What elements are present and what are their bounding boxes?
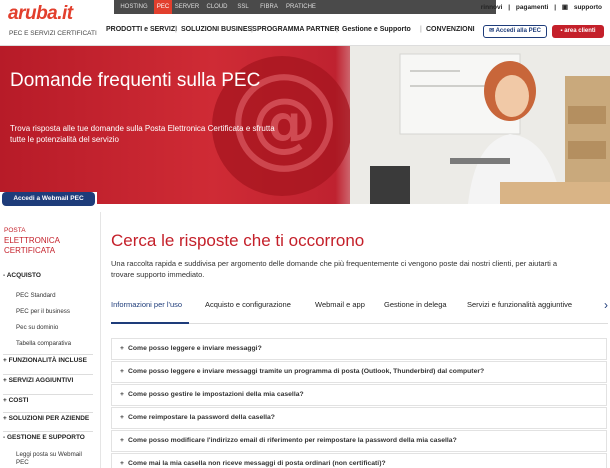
area-clienti-label: area clienti	[564, 28, 596, 34]
hero-banner: @ Domande frequenti sulla PEC Trova risp…	[0, 46, 610, 204]
sidebar-heading-line2: ELETTRONICA CERTIFICATA	[4, 236, 60, 255]
faq-item[interactable]: + Come posso modificare l'indirizzo email…	[111, 430, 607, 452]
nav-separator: |	[336, 26, 338, 33]
plus-icon: +	[120, 345, 124, 352]
sidebar-item-aziende[interactable]: + SOLUZIONI PER AZIENDE	[3, 412, 93, 422]
faq-item[interactable]: + Come posso leggere e inviare messaggi?	[111, 338, 607, 360]
faq-tabs: Informazioni per l'uso Acquisto e config…	[111, 292, 608, 324]
faq-item[interactable]: + Come posso gestire le impostazioni dell…	[111, 384, 607, 406]
sidebar-item-tabella[interactable]: Tabella comparativa	[16, 338, 94, 347]
toptab-pratiche[interactable]: PRATICHE	[284, 0, 318, 14]
sidebar-item-servizi[interactable]: + SERVIZI AGGIUNTIVI	[3, 374, 93, 384]
sidebar-item-pec-standard[interactable]: PEC Standard	[16, 290, 94, 299]
nav-separator: |	[420, 26, 422, 33]
accedi-pec-button[interactable]: ✉ Accedi alla PEC	[483, 25, 547, 38]
faq-question: Come posso modificare l'indirizzo email …	[128, 437, 457, 444]
plus-icon: +	[120, 391, 124, 398]
faq-question: Come reimpostare la password della casel…	[128, 414, 275, 421]
tab-acquisto[interactable]: Acquisto e configurazione	[205, 300, 291, 309]
nav-gestione[interactable]: Gestione e Supporto	[342, 26, 411, 33]
sidebar-item-funzionalita[interactable]: + FUNZIONALITÀ INCLUSE	[3, 354, 93, 364]
supporto-link[interactable]: supporto	[574, 4, 602, 11]
main-title: Cerca le risposte che ti occorrono	[111, 231, 365, 250]
toptab-fibra[interactable]: FIBRA	[254, 0, 284, 14]
tab-delega[interactable]: Gestione in delega	[384, 300, 447, 309]
support-icon: ▣	[561, 4, 569, 11]
nav-prodotti[interactable]: PRODOTTI e SERVIZI	[106, 26, 177, 33]
sidebar-item-costi[interactable]: + COSTI	[3, 394, 93, 404]
faq-question: Come mai la mia casella non riceve messa…	[128, 460, 386, 467]
main-content: Cerca le risposte che ti occorrono Una r…	[106, 204, 610, 468]
faq-item[interactable]: + Come posso leggere e inviare messaggi t…	[111, 361, 607, 383]
sidebar-heading-line1: POSTA	[4, 227, 26, 234]
faq-question: Come posso leggere e inviare messaggi?	[128, 345, 262, 352]
hero-photo-woman-laptop	[350, 46, 610, 204]
plus-icon: +	[120, 460, 124, 467]
sidebar-item-acquisto[interactable]: - ACQUISTO	[3, 270, 93, 279]
faq-item[interactable]: + Come reimpostare la password della case…	[111, 407, 607, 429]
area-clienti-button[interactable]: ▪ area clienti	[552, 25, 604, 38]
toptab-server[interactable]: SERVER	[172, 0, 202, 14]
pagamenti-link[interactable]: pagamenti	[516, 4, 549, 11]
site-header: aruba.it PEC E SERVIZI CERTIFICATI HOSTI…	[0, 0, 610, 46]
sidebar-item-gestione[interactable]: - GESTIONE E SUPPORTO	[3, 431, 93, 441]
hero-description: Trova risposta alle tue domande sulla Po…	[10, 124, 275, 144]
utility-links: rinnovi | pagamenti | ▣ supporto	[477, 3, 602, 13]
main-intro: Una raccolta rapida e suddivisa per argo…	[111, 259, 558, 279]
aruba-logo[interactable]: aruba.it PEC E SERVIZI CERTIFICATI	[8, 3, 104, 43]
utility-separator: |	[554, 4, 557, 11]
active-tab-indicator	[111, 322, 189, 324]
sidebar-divider	[100, 212, 101, 468]
sidebar-heading[interactable]: POSTA ELETTRONICA CERTIFICATA	[4, 226, 94, 256]
chevron-right-icon[interactable]: ›	[604, 298, 608, 312]
rinnovi-link[interactable]: rinnovi	[481, 4, 503, 11]
tab-servizi[interactable]: Servizi e funzionalità aggiuntive	[467, 300, 572, 309]
faq-question: Come posso gestire le impostazioni della…	[128, 391, 304, 398]
nav-partner[interactable]: PROGRAMMA PARTNER	[257, 26, 339, 33]
toptab-ssl[interactable]: SSL	[232, 0, 254, 14]
logo-wordmark: aruba.it	[8, 3, 73, 24]
plus-icon: +	[120, 368, 124, 375]
toptab-hosting[interactable]: HOSTING	[114, 0, 154, 14]
webmail-pec-button[interactable]: Accedi a Webmail PEC	[2, 192, 95, 206]
tab-informazioni[interactable]: Informazioni per l'uso	[111, 300, 182, 309]
faq-item[interactable]: + Come mai la mia casella non riceve mess…	[111, 453, 607, 468]
top-tabs-bar: HOSTING PEC SERVER CLOUD SSL FIBRA PRATI…	[114, 0, 496, 14]
tab-webmail[interactable]: Webmail e app	[315, 300, 365, 309]
page: aruba.it PEC E SERVIZI CERTIFICATI HOSTI…	[0, 0, 610, 468]
sidebar-item-pec-dominio[interactable]: Pec su dominio	[16, 322, 94, 331]
logo-subtitle: PEC E SERVIZI CERTIFICATI	[9, 30, 97, 37]
nav-convenzioni[interactable]: CONVENZIONI	[426, 26, 475, 33]
utility-separator: |	[508, 4, 511, 11]
toptab-cloud[interactable]: CLOUD	[202, 0, 232, 14]
nav-soluzioni[interactable]: SOLUZIONI BUSINESS	[181, 26, 257, 33]
accedi-pec-label: Accedi alla PEC	[495, 28, 541, 34]
toptab-pec[interactable]: PEC	[154, 0, 172, 14]
nav-separator: |	[175, 26, 177, 33]
nav-separator: |	[251, 26, 253, 33]
sidebar-item-webmail[interactable]: Leggi posta su Webmail PEC	[16, 449, 94, 467]
faq-question: Come posso leggere e inviare messaggi tr…	[128, 368, 485, 375]
hero-title: Domande frequenti sulla PEC	[10, 70, 261, 91]
plus-icon: +	[120, 414, 124, 421]
plus-icon: +	[120, 437, 124, 444]
sidebar-item-pec-business[interactable]: PEC per il business	[16, 306, 94, 315]
